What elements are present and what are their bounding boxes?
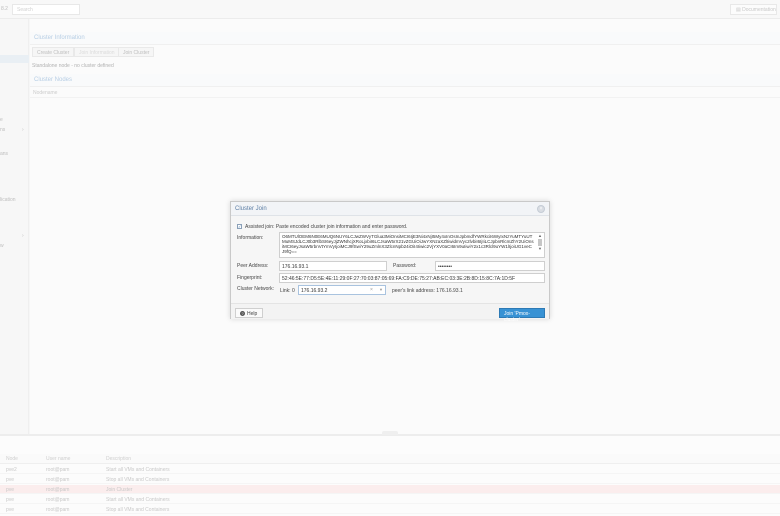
- help-label: Help: [247, 311, 258, 317]
- peer-address-label: Peer Address:: [237, 263, 269, 269]
- help-icon: ?: [240, 311, 245, 316]
- link-address-select[interactable]: 176.16.93.2 × ▼: [298, 285, 386, 295]
- password-field[interactable]: ••••••••: [435, 261, 545, 271]
- scroll-down-icon[interactable]: ▼: [538, 247, 543, 251]
- information-textarea[interactable]: O6MTUlOEM6N0E6MUQ6NUY6LCJwZWVyTGlua3MiOn…: [279, 232, 545, 258]
- fingerprint-label: Fingerprint:: [237, 275, 263, 281]
- dialog-title: Cluster Join: [235, 206, 267, 212]
- join-cluster-submit-button[interactable]: Join 'Pmox-cluster': [499, 308, 545, 323]
- scroll-thumb[interactable]: [538, 239, 542, 246]
- password-label: Password:: [393, 263, 417, 269]
- link-address-value: 176.16.93.2: [301, 288, 328, 294]
- dialog-header: Cluster Join ×: [231, 202, 549, 216]
- peer-address-field[interactable]: 176.16.93.1: [279, 261, 387, 271]
- help-button[interactable]: ? Help: [235, 308, 263, 318]
- fingerprint-field[interactable]: 52:46:5E:77:D5:5E:4E:11:29:0F:27:70:03:8…: [279, 273, 545, 283]
- peer-link-address-text: peer's link address: 176.16.93.1: [392, 288, 463, 294]
- cluster-network-label: Cluster Network:: [237, 286, 274, 292]
- assisted-join-checkbox[interactable]: ✓: [237, 224, 242, 229]
- assisted-join-label: Assisted join: Paste encoded cluster joi…: [245, 224, 408, 230]
- information-label: Information:: [237, 235, 264, 241]
- information-value: O6MTUlOEM6N0E6MUQ6NUY6LCJwZWVyTGlua3MiOn…: [282, 234, 534, 254]
- chevron-down-icon[interactable]: ▼: [379, 287, 383, 292]
- close-icon[interactable]: ×: [537, 205, 545, 213]
- cluster-join-dialog: Cluster Join × ✓ Assisted join: Paste en…: [230, 201, 550, 323]
- textarea-scrollbar[interactable]: ▲ ▼: [538, 234, 543, 256]
- scroll-up-icon[interactable]: ▲: [538, 234, 543, 238]
- dialog-footer: ? Help Join 'Pmox-cluster': [231, 303, 549, 323]
- clear-icon[interactable]: ×: [370, 287, 373, 293]
- link-label: Link: 0: [280, 288, 295, 294]
